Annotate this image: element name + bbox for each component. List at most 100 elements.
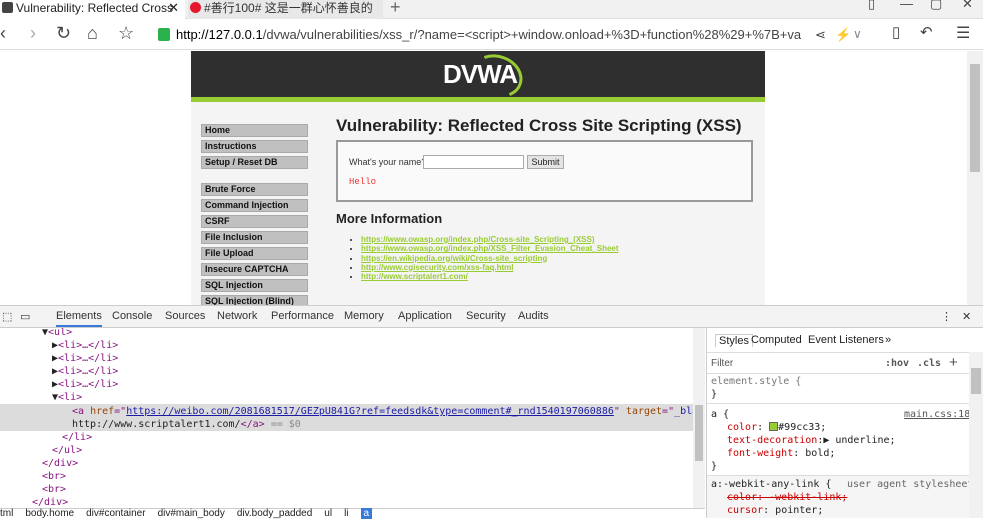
tab-performance[interactable]: Performance — [271, 310, 334, 322]
url-input[interactable]: http://127.0.0.1/dvwa/vulnerabilities/xs… — [158, 25, 808, 45]
reload-icon[interactable]: ↻ — [56, 23, 71, 44]
menu-sql-injection-blind[interactable]: SQL Injection (Blind) — [201, 295, 308, 305]
page-scrollbar-thumb[interactable] — [970, 64, 980, 172]
menu-file-inclusion[interactable]: File Inclusion — [201, 231, 308, 244]
browser-tab-weibo[interactable]: #善行100# 这是一群心怀善良的 — [188, 0, 383, 19]
lightning-icon[interactable]: ⚡ — [835, 27, 851, 43]
color-declaration[interactable]: color: #99cc33; — [727, 422, 826, 433]
tab-memory[interactable]: Memory — [344, 310, 384, 322]
dvwa-container: DVWA Home Instructions Setup / Reset DB … — [191, 51, 765, 305]
node-li[interactable]: ▶<li>…</li> — [52, 339, 118, 352]
tab-computed[interactable]: Computed — [751, 334, 802, 346]
close-window-icon[interactable]: ✕ — [962, 0, 973, 12]
list-item: https://www.owasp.org/index.php/Cross-si… — [361, 235, 619, 244]
minimize-icon[interactable]: — — [900, 0, 913, 11]
maximize-icon[interactable]: ▢ — [930, 0, 942, 12]
submit-button[interactable]: Submit — [527, 155, 564, 169]
filter-input[interactable]: Filter — [711, 358, 733, 369]
tab-console[interactable]: Console — [112, 310, 152, 322]
tab-bar: Vulnerability: Reflected Cross ✕ #善行100# … — [0, 0, 983, 19]
info-link[interactable]: https://en.wikipedia.org/wiki/Cross-site… — [361, 254, 547, 263]
page-viewport: DVWA Home Instructions Setup / Reset DB … — [0, 51, 967, 305]
elements-scrollbar-thumb[interactable] — [695, 405, 703, 461]
home-icon[interactable]: ⌂ — [87, 23, 98, 44]
node-a-text[interactable]: http://www.scriptalert1.com/</a> == $0 — [72, 418, 301, 431]
ua-source: user agent stylesheet — [847, 479, 974, 490]
link-text: http://www.scriptalert1.com/ — [72, 419, 241, 430]
info-link[interactable]: http://www.cgisecurity.com/xss-faq.html — [361, 263, 513, 272]
node-ul[interactable]: ▼<ul> — [42, 328, 72, 339]
menu-command-injection[interactable]: Command Injection — [201, 199, 308, 212]
node-li[interactable]: ▶<li>…</li> — [52, 365, 118, 378]
list-item: https://www.owasp.org/index.php/XSS_Filt… — [361, 244, 619, 253]
cursor-declaration: cursor: pointer; — [727, 505, 824, 516]
tab-application[interactable]: Application — [398, 310, 452, 322]
device-toolbar-icon[interactable]: ▭ — [20, 310, 30, 323]
element-style-rule[interactable]: element.style { — [711, 376, 801, 387]
color-swatch-icon[interactable] — [769, 422, 779, 431]
secure-shield-icon — [158, 28, 170, 41]
more-options-icon[interactable]: ⋮ — [941, 310, 952, 323]
crumb-ul[interactable]: ul — [324, 508, 332, 519]
styles-filter[interactable]: Filter :hov .cls + — [707, 352, 969, 374]
font-weight-declaration[interactable]: font-weight: bold; — [727, 448, 835, 459]
menu-brute-force[interactable]: Brute Force — [201, 183, 308, 196]
href-link[interactable]: https://weibo.com/2081681517/GEZpU841G?r… — [126, 406, 614, 417]
tab-audits[interactable]: Audits — [518, 310, 549, 322]
menu-icon[interactable]: ☰ — [956, 23, 970, 43]
browser-tab-active[interactable]: Vulnerability: Reflected Cross ✕ — [0, 0, 185, 19]
tab-security[interactable]: Security — [466, 310, 506, 322]
node-a-selected[interactable]: <a href="https://weibo.com/2081681517/GE… — [72, 405, 693, 418]
crumb-li[interactable]: li — [344, 508, 348, 519]
chevron-down-icon[interactable]: ∨ — [853, 27, 862, 41]
close-tab-icon[interactable]: ✕ — [168, 0, 179, 16]
name-input[interactable] — [423, 155, 524, 169]
tab-elements[interactable]: Elements — [56, 310, 102, 327]
add-rule-icon[interactable]: + — [949, 354, 958, 371]
prop-value: #99cc33; — [778, 422, 827, 433]
crumb-body-padded[interactable]: div.body_padded — [237, 508, 312, 519]
node-li-expanded[interactable]: ▼<li> — [52, 391, 82, 404]
mobile-icon[interactable]: ▯ — [892, 23, 900, 41]
info-link[interactable]: http://www.scriptalert1.com/ — [361, 272, 468, 281]
node-br[interactable]: <br> — [42, 483, 66, 496]
inspect-icon[interactable]: ⬚ — [2, 310, 12, 323]
crumb-a[interactable]: a — [360, 508, 373, 519]
star-icon[interactable]: ☆ — [118, 23, 134, 44]
share-icon[interactable]: ⋖ — [815, 27, 826, 43]
menu-instructions[interactable]: Instructions — [201, 140, 308, 153]
tab-styles[interactable]: Styles — [715, 334, 753, 347]
crumb-html[interactable]: tml — [0, 508, 13, 519]
back-icon[interactable]: ‹ — [0, 23, 6, 44]
menu-csrf[interactable]: CSRF — [201, 215, 308, 228]
menu-setup[interactable]: Setup / Reset DB — [201, 156, 308, 169]
node-br[interactable]: <br> — [42, 470, 66, 483]
crumb-main-body[interactable]: div#main_body — [158, 508, 225, 519]
info-link[interactable]: https://www.owasp.org/index.php/Cross-si… — [361, 235, 595, 244]
info-link[interactable]: https://www.owasp.org/index.php/XSS_Filt… — [361, 244, 619, 253]
ua-rule-selector[interactable]: a:-webkit-any-link { — [711, 479, 831, 490]
close-devtools-icon[interactable]: ✕ — [962, 310, 971, 323]
undo-icon[interactable]: ↶ — [920, 23, 933, 41]
crumb-body[interactable]: body.home — [25, 508, 74, 519]
tab-sources[interactable]: Sources — [165, 310, 205, 322]
new-tab-button[interactable]: + — [390, 0, 401, 18]
menu-sql-injection[interactable]: SQL Injection — [201, 279, 308, 292]
node-li[interactable]: ▶<li>…</li> — [52, 378, 118, 391]
restore-icon[interactable]: ▯ — [868, 0, 875, 12]
hov-toggle[interactable]: :hov — [885, 358, 909, 369]
menu-insecure-captcha[interactable]: Insecure CAPTCHA — [201, 263, 308, 276]
text-decoration-declaration[interactable]: text-decoration:▶ underline; — [727, 435, 896, 446]
forward-icon[interactable]: › — [30, 23, 36, 44]
crumb-container[interactable]: div#container — [86, 508, 145, 519]
more-tabs-icon[interactable]: » — [885, 334, 891, 346]
menu-home[interactable]: Home — [201, 124, 308, 137]
tab-network[interactable]: Network — [217, 310, 257, 322]
cls-toggle[interactable]: .cls — [917, 358, 941, 369]
a-rule-selector[interactable]: a { — [711, 409, 729, 420]
node-li[interactable]: ▶<li>…</li> — [52, 352, 118, 365]
menu-file-upload[interactable]: File Upload — [201, 247, 308, 260]
source-link[interactable]: main.css:18 — [904, 409, 970, 420]
styles-scrollbar[interactable] — [969, 352, 983, 518]
tab-event-listeners[interactable]: Event Listeners — [808, 334, 884, 346]
